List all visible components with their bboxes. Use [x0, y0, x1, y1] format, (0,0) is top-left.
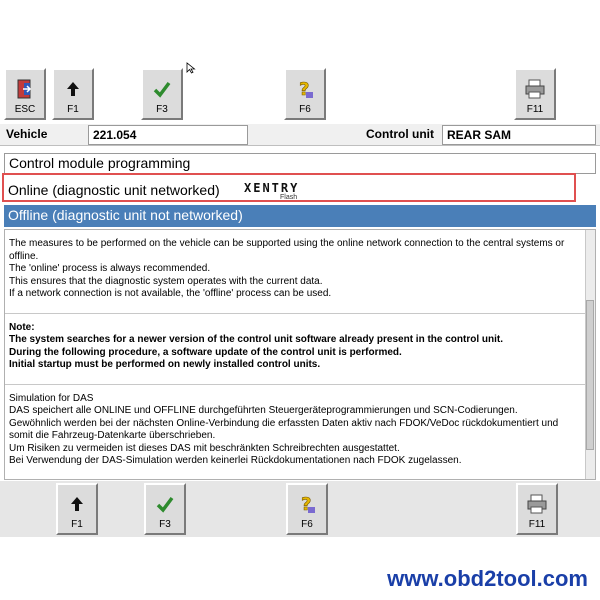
offline-option-label: Offline (diagnostic unit not networked)	[8, 207, 243, 223]
vehicle-info-bar: Vehicle 221.054 Control unit REAR SAM	[0, 124, 600, 146]
arrow-up-icon	[70, 491, 84, 517]
f3-button[interactable]: F3	[141, 68, 183, 120]
divider	[5, 383, 585, 385]
list-header: Control module programming	[4, 153, 596, 174]
watermark-url: www.obd2tool.com	[387, 566, 588, 591]
esc-button[interactable]: ESC	[4, 68, 46, 120]
f11-button[interactable]: F11	[514, 68, 556, 120]
info-text-panel: The measures to be performed on the vehi…	[4, 229, 596, 480]
online-option-label: Online (diagnostic unit networked)	[8, 182, 220, 198]
vertical-scrollbar[interactable]	[585, 230, 595, 479]
mouse-cursor-icon	[186, 61, 196, 79]
checkmark-icon	[153, 76, 171, 102]
f1-button[interactable]: F1	[52, 68, 94, 120]
checkmark-icon	[156, 491, 174, 517]
question-help-icon: ?	[297, 491, 317, 517]
f11-button[interactable]: F11	[516, 483, 558, 535]
simulation-text: Simulation for DAS DAS speichert alle ON…	[9, 392, 559, 467]
arrow-up-icon	[66, 76, 80, 102]
f6-button[interactable]: ? F6	[284, 68, 326, 120]
scrollbar-thumb[interactable]	[586, 300, 594, 450]
question-help-icon: ?	[295, 76, 315, 102]
control-unit-field: REAR SAM	[442, 125, 596, 145]
vehicle-label: Vehicle	[6, 127, 48, 141]
bottom-toolbar: F1 F3 ? F6 F11	[0, 481, 600, 537]
offline-option[interactable]: Offline (diagnostic unit not networked)	[4, 205, 596, 227]
control-unit-label: Control unit	[366, 127, 434, 141]
intro-text: The measures to be performed on the vehi…	[9, 238, 565, 299]
note-text: Note: The system searches for a newer ve…	[9, 321, 504, 371]
exit-door-icon	[15, 76, 35, 102]
divider	[5, 312, 585, 314]
printer-icon	[526, 491, 548, 517]
xentry-flash-logo: XENTRY Flash	[244, 181, 300, 201]
vehicle-field: 221.054	[88, 125, 248, 145]
f1-button[interactable]: F1	[56, 483, 98, 535]
f6-button[interactable]: ? F6	[286, 483, 328, 535]
f3-button[interactable]: F3	[144, 483, 186, 535]
top-toolbar: ESC F1 F3 ? F6 F11	[0, 66, 600, 122]
printer-icon	[524, 76, 546, 102]
